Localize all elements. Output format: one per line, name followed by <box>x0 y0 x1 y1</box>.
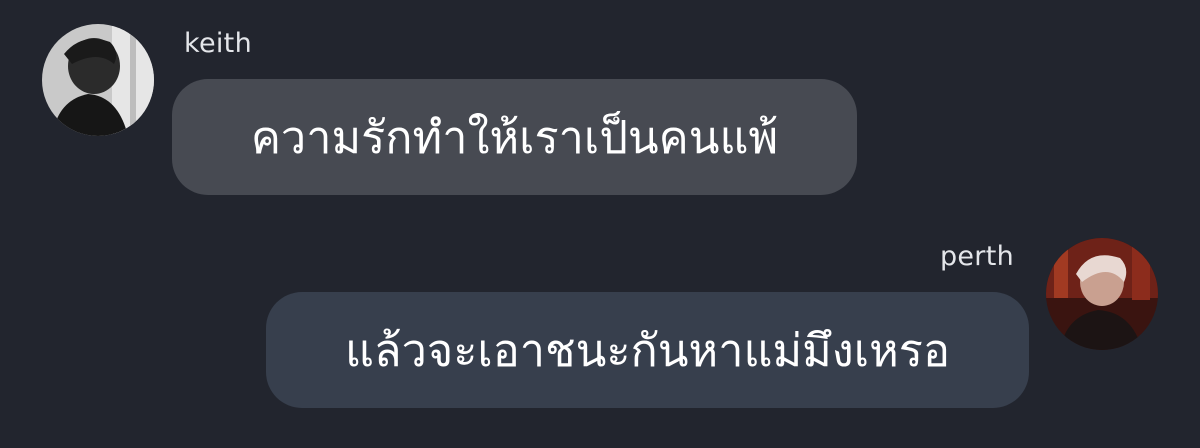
message-text: แล้วจะเอาชนะกันหาแม่มึงเหรอ <box>344 324 951 377</box>
perth-avatar-photo-icon <box>1046 238 1158 350</box>
message-bubble-outgoing[interactable]: แล้วจะเอาชนะกันหาแม่มึงเหรอ <box>266 292 1029 408</box>
keith-avatar[interactable] <box>42 24 154 136</box>
keith-avatar-photo-icon <box>42 24 154 136</box>
sender-name-perth: perth <box>939 241 1014 272</box>
message-text: ความรักทำให้เราเป็นคนแพ้ <box>250 111 779 164</box>
perth-avatar[interactable] <box>1046 238 1158 350</box>
message-bubble-incoming[interactable]: ความรักทำให้เราเป็นคนแพ้ <box>172 79 857 195</box>
sender-name-keith: keith <box>184 28 252 59</box>
